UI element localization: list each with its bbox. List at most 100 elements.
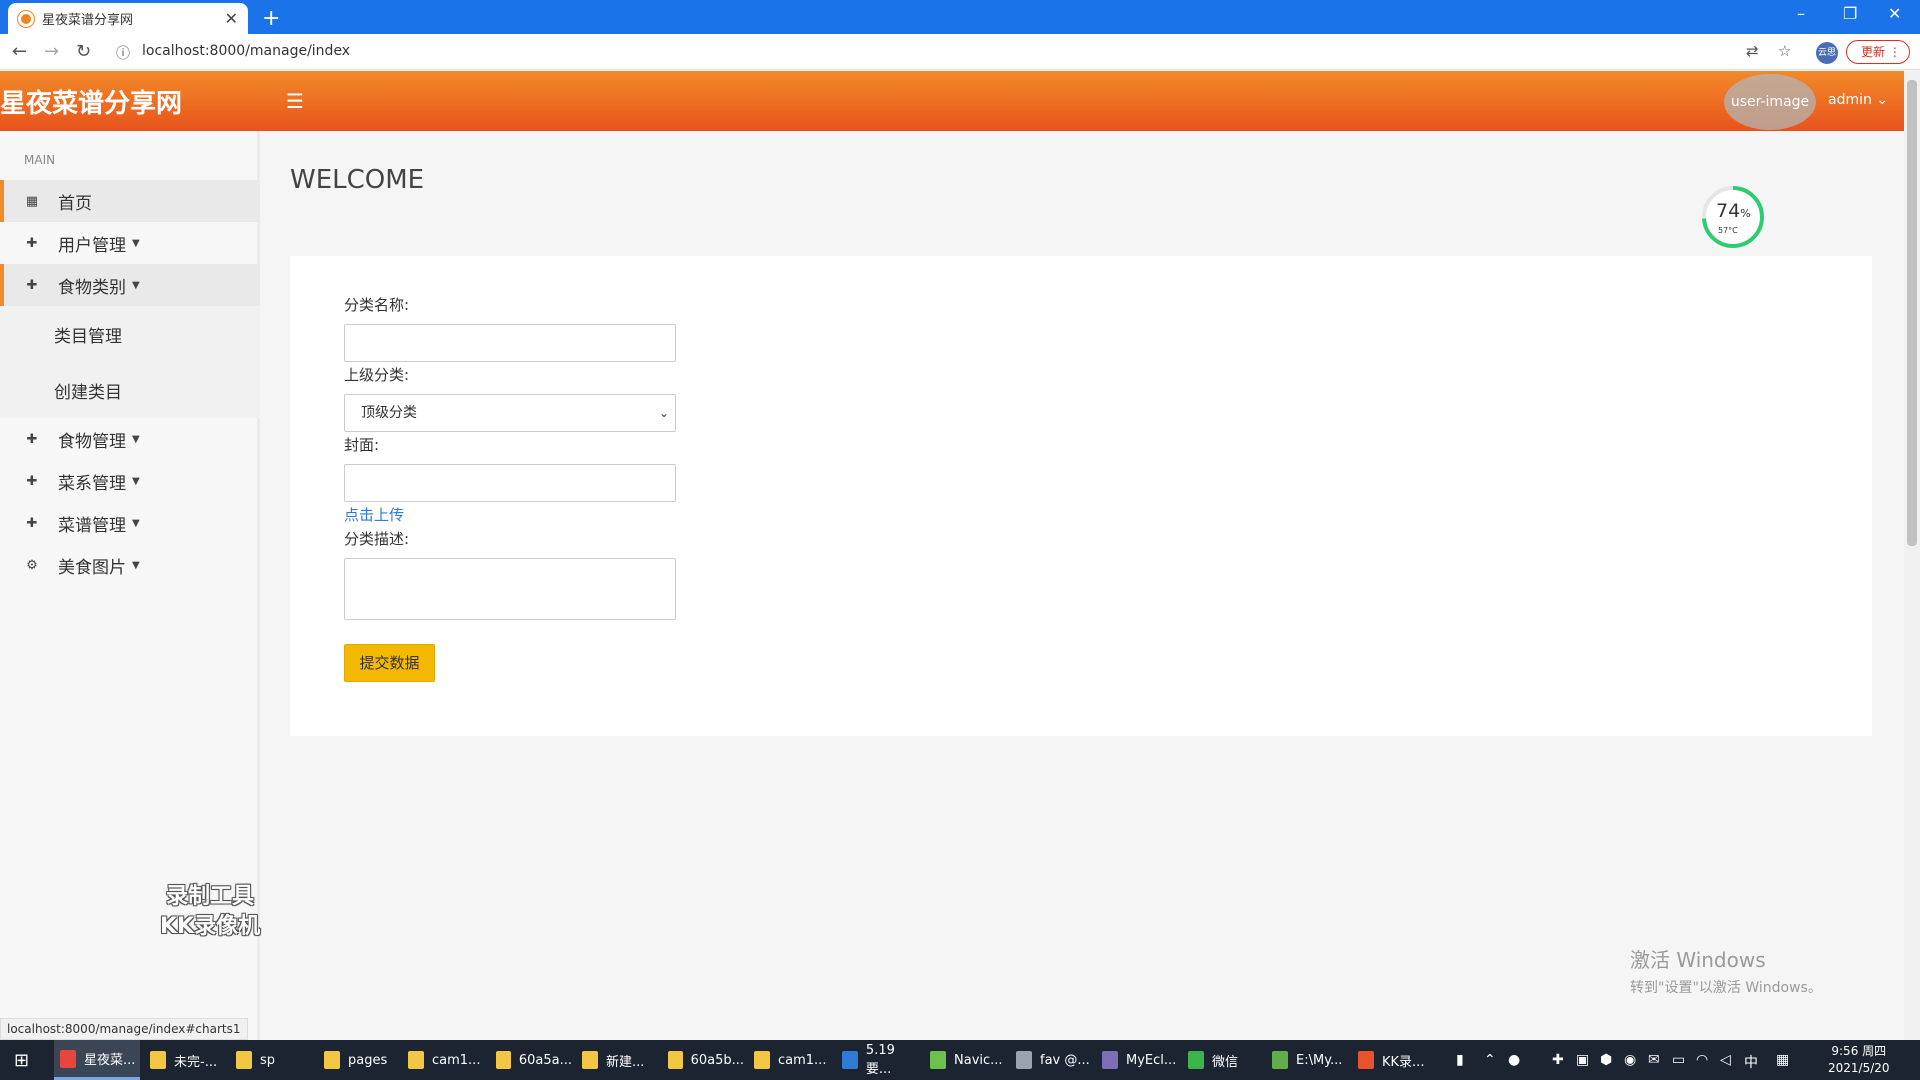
puzzle-icon: ✚ <box>26 515 38 531</box>
battery-icon[interactable]: ▮ <box>1456 1052 1464 1068</box>
taskbar-app-item[interactable]: 新建... <box>576 1040 658 1080</box>
browser-tab[interactable]: 星夜菜谱分享网 ✕ <box>8 3 248 34</box>
taskbar-app-item[interactable]: pages <box>318 1040 398 1080</box>
keyboard-icon[interactable]: ▦ <box>1776 1052 1789 1068</box>
upload-link[interactable]: 点击上传 <box>344 504 404 525</box>
tray-shield-icon[interactable]: ⬢ <box>1600 1052 1612 1068</box>
user-menu[interactable]: admin ⌄ <box>1828 92 1888 108</box>
forward-icon[interactable]: → <box>44 41 59 62</box>
app-icon <box>324 1051 340 1069</box>
taskbar-app-item[interactable]: 60a5b... <box>662 1040 744 1080</box>
sidebar-item-food-images[interactable]: ⚙ 美食图片 ▼ <box>0 544 260 586</box>
sidebar-subitem-category-manage[interactable]: 类目管理 <box>0 306 260 362</box>
taskbar-app-item[interactable]: fav @... <box>1010 1040 1092 1080</box>
tab-close-icon[interactable]: ✕ <box>225 9 238 28</box>
site-info-icon[interactable]: ⓘ <box>116 43 130 63</box>
taskbar-app-item[interactable]: MyEcl... <box>1096 1040 1178 1080</box>
sidebar-item-users[interactable]: ✚ 用户管理 ▼ <box>0 222 260 264</box>
chevron-down-icon: ⌄ <box>658 406 669 420</box>
taskbar-app-item[interactable]: 5.19要... <box>836 1040 920 1080</box>
reload-icon[interactable]: ↻ <box>76 41 91 62</box>
category-name-input[interactable] <box>344 324 676 362</box>
app-icon <box>60 1049 76 1068</box>
sidebar-item-label: 首页 <box>58 193 92 214</box>
sidebar-item-home[interactable]: ▦ 首页 <box>0 180 260 222</box>
app-icon <box>496 1051 511 1069</box>
minimize-icon[interactable]: – <box>1797 4 1805 23</box>
caret-down-icon: ▼ <box>132 475 140 487</box>
app-icon <box>1188 1051 1204 1069</box>
menu-toggle-icon[interactable]: ☰ <box>286 89 304 113</box>
ime-indicator[interactable]: 中 <box>1744 1052 1758 1072</box>
translate-icon[interactable]: ⇄ <box>1746 42 1759 60</box>
submit-button[interactable]: 提交数据 <box>344 644 435 682</box>
brand-logo-text[interactable]: 星夜菜谱分享网 <box>0 83 182 120</box>
tray-wechat-icon[interactable]: ✉ <box>1648 1052 1660 1068</box>
tray-monitor-icon[interactable]: ▣ <box>1576 1052 1589 1068</box>
sidebar-item-food-manage[interactable]: ✚ 食物管理 ▼ <box>0 418 260 460</box>
volume-icon[interactable]: ◁ <box>1720 1052 1731 1068</box>
scrollbar-thumb[interactable] <box>1907 80 1917 546</box>
taskbar-app-item[interactable]: cam1... <box>402 1040 486 1080</box>
caret-down-icon: ▼ <box>132 517 140 529</box>
gauge-percent-value: 74 <box>1716 200 1741 222</box>
tray-app-icon[interactable]: ● <box>1508 1052 1520 1068</box>
watermark-line1: 录制工具 <box>166 884 255 909</box>
update-button[interactable]: 更新 ⋮ <box>1846 40 1910 64</box>
category-name-label: 分类名称: <box>344 296 410 314</box>
sidebar-item-label: 用户管理 <box>58 235 126 256</box>
profile-avatar[interactable]: 云思 <box>1816 42 1838 64</box>
wifi-icon[interactable]: ◠ <box>1696 1052 1708 1068</box>
new-tab-icon[interactable]: + <box>262 6 280 31</box>
browser-titlebar: 星夜菜谱分享网 ✕ + – ❐ ✕ <box>0 0 1920 34</box>
parent-category-select[interactable]: 顶级分类 ⌄ <box>344 394 676 432</box>
app-header: 星夜菜谱分享网 ☰ user-image admin ⌄ <box>0 71 1904 131</box>
taskbar-app-label: pages <box>348 1052 388 1068</box>
taskbar-app-item[interactable]: 60a5a... <box>490 1040 572 1080</box>
taskbar-app-label: Navic... <box>954 1052 1003 1068</box>
tray-device-icon[interactable]: ▭ <box>1672 1052 1685 1068</box>
url-field[interactable]: localhost:8000/manage/index <box>142 43 350 59</box>
caret-down-icon: ▼ <box>132 279 140 291</box>
link-status-bar: localhost:8000/manage/index#charts1 <box>0 1018 248 1040</box>
bookmark-star-icon[interactable]: ☆ <box>1778 42 1791 60</box>
sidebar-subitem-label: 类目管理 <box>54 326 122 347</box>
puzzle-icon: ✚ <box>26 431 38 447</box>
app-icon <box>754 1051 770 1069</box>
dashboard-icon: ▦ <box>25 193 39 209</box>
taskbar-app-item[interactable]: 星夜菜... <box>54 1040 140 1080</box>
back-icon[interactable]: ← <box>12 41 27 62</box>
taskbar-app-label: 60a5a... <box>518 1052 572 1068</box>
taskbar-app-item[interactable]: 微信 <box>1182 1040 1262 1080</box>
taskbar-app-item[interactable]: sp <box>230 1040 314 1080</box>
sidebar-item-cuisine-manage[interactable]: ✚ 菜系管理 ▼ <box>0 460 260 502</box>
taskbar-app-item[interactable]: Navic... <box>924 1040 1006 1080</box>
restore-icon[interactable]: ❐ <box>1843 4 1857 23</box>
taskbar-app-label: KK录... <box>1382 1054 1425 1070</box>
taskbar-app-item[interactable]: KK录... <box>1352 1040 1436 1080</box>
update-label: 更新 <box>1861 45 1886 59</box>
tray-plus-icon[interactable]: ✚ <box>1552 1052 1564 1068</box>
app-icon <box>1016 1051 1032 1069</box>
user-avatar[interactable]: user-image <box>1724 74 1816 130</box>
page-title: WELCOME <box>290 165 425 195</box>
tray-expand-icon[interactable]: ⌃ <box>1484 1052 1496 1068</box>
category-desc-textarea[interactable] <box>344 558 676 620</box>
cover-input[interactable] <box>344 464 676 502</box>
parent-category-label: 上级分类: <box>344 366 410 384</box>
sidebar-item-food-category[interactable]: ✚ 食物类别 ▼ <box>0 264 260 306</box>
taskbar-app-item[interactable]: E:\My... <box>1266 1040 1348 1080</box>
windows-start-icon[interactable]: ⊞ <box>14 1050 29 1071</box>
taskbar-app-item[interactable]: cam1... <box>748 1040 832 1080</box>
taskbar-app-label: cam1... <box>432 1052 481 1068</box>
sidebar-subitem-create-category[interactable]: 创建类目 <box>0 362 260 418</box>
app-icon <box>842 1051 858 1069</box>
clock-date: 2021/5/20 <box>1828 1061 1890 1075</box>
taskbar-app-item[interactable]: 未完-... <box>144 1040 226 1080</box>
tab-title: 星夜菜谱分享网 <box>42 13 134 28</box>
gear-icon: ⚙ <box>26 557 38 573</box>
tray-circle-icon[interactable]: ◉ <box>1624 1052 1636 1068</box>
close-window-icon[interactable]: ✕ <box>1888 4 1901 23</box>
taskbar-clock[interactable]: 9:56 周四 2021/5/20 <box>1828 1043 1890 1077</box>
sidebar-item-recipe-manage[interactable]: ✚ 菜谱管理 ▼ <box>0 502 260 544</box>
